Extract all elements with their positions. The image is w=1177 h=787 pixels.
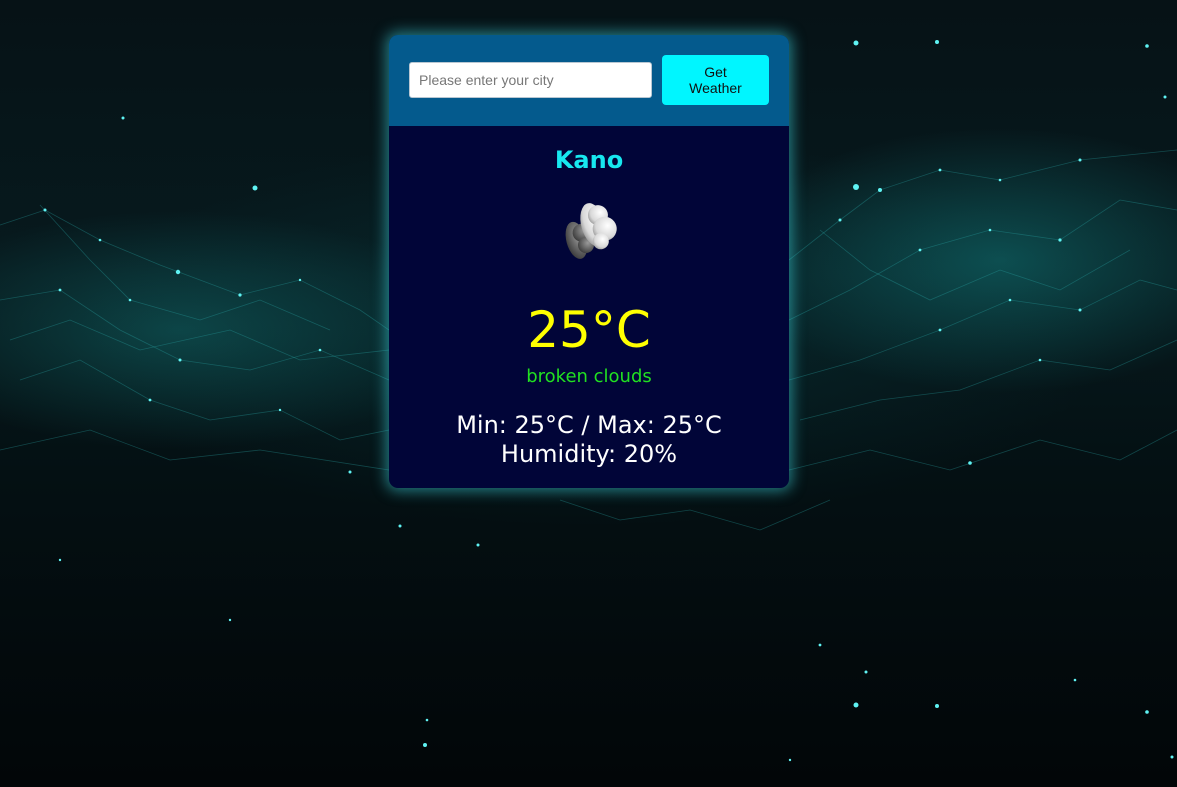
search-bar: Get Weather [389, 35, 789, 126]
weather-card: Get Weather Kano [389, 35, 789, 488]
city-search-input[interactable] [409, 62, 652, 98]
humidity: Humidity: 20% [500, 440, 678, 468]
weather-description: broken clouds [526, 366, 652, 387]
min-max-temperature: Min: 25°C / Max: 25°C [456, 411, 722, 439]
get-weather-button[interactable]: Get Weather [662, 55, 769, 105]
weather-details: Kano 25°C broken clouds Min: 25°C / Max:… [389, 126, 789, 488]
city-name: Kano [554, 146, 624, 174]
broken-clouds-icon [559, 192, 619, 282]
temperature: 25°C [527, 301, 651, 359]
